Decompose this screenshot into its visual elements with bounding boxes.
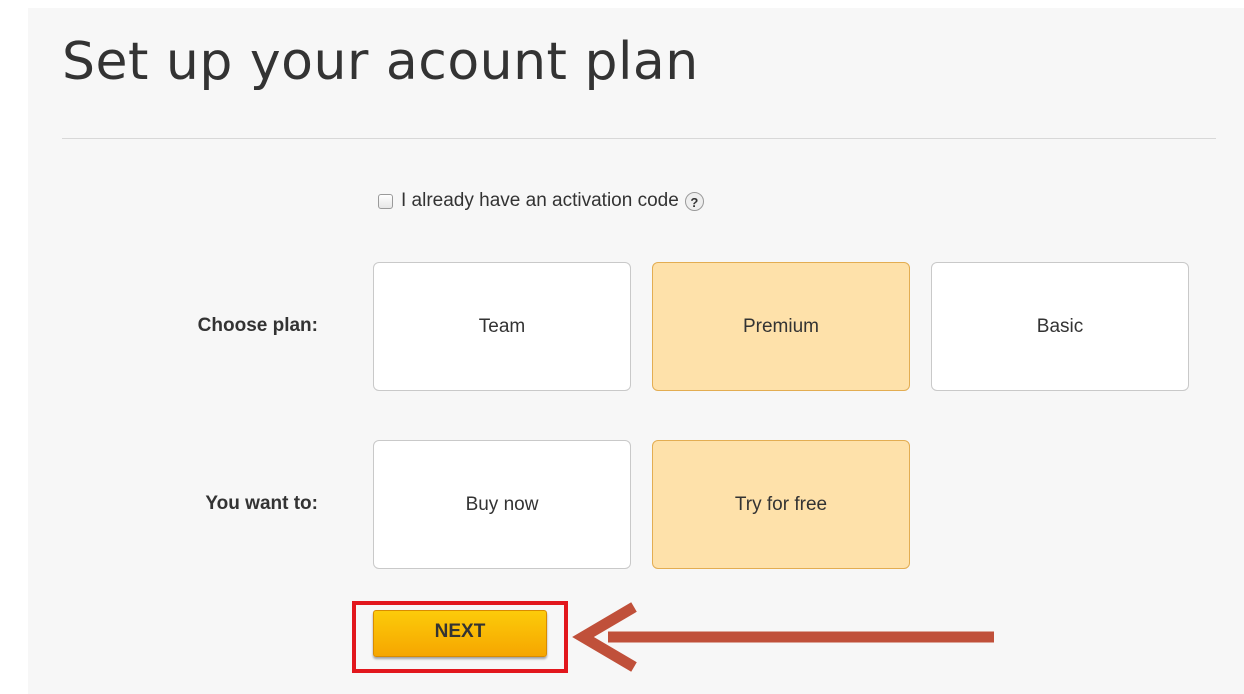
plan-option-label: Team (478, 315, 526, 337)
purchase-option-label: Try for free (734, 493, 828, 515)
next-button[interactable]: NEXT (373, 610, 547, 657)
title-divider (62, 138, 1216, 139)
purchase-option-label: Buy now (465, 493, 539, 515)
choose-plan-label: Choose plan: (197, 315, 318, 336)
plan-option-team[interactable]: Team (373, 262, 631, 391)
purchase-option-buy-now[interactable]: Buy now (373, 440, 631, 569)
plan-option-label: Premium (742, 315, 819, 337)
pointer-arrow-icon (572, 602, 994, 672)
help-icon[interactable]: ? (684, 191, 704, 211)
you-want-to-label: You want to: (205, 493, 318, 514)
activation-code-row: I already have an activation code ? (378, 189, 704, 213)
purchase-option-try-for-free[interactable]: Try for free (652, 440, 910, 569)
plan-option-premium[interactable]: Premium (652, 262, 910, 391)
activation-code-checkbox[interactable] (378, 193, 393, 209)
plan-option-basic[interactable]: Basic (931, 262, 1189, 391)
activation-code-label[interactable]: I already have an activation code (401, 190, 679, 212)
plan-option-label: Basic (1036, 315, 1084, 337)
page-title: Set up your acount plan (62, 32, 699, 92)
